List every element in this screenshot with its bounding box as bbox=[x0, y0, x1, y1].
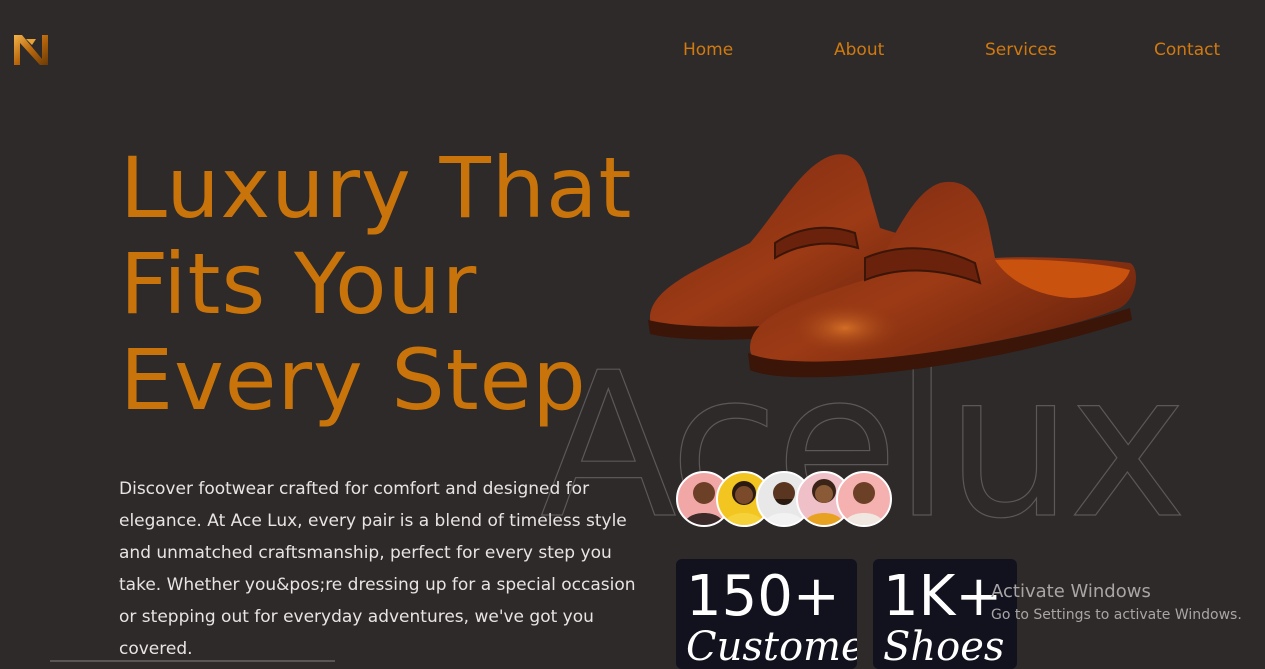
customer-avatar-group bbox=[676, 471, 896, 527]
avatar bbox=[836, 471, 892, 527]
hero-title-line-2: Fits Your bbox=[120, 235, 478, 333]
stat-number: 1K+ bbox=[883, 564, 1003, 629]
shoe-product-image bbox=[648, 154, 1136, 378]
hero-title: Luxury That Fits Your Every Step bbox=[120, 140, 640, 428]
stat-label: Shoes bbox=[883, 624, 1005, 669]
nav-services[interactable]: Services bbox=[985, 40, 1057, 60]
hero-title-line-1: Luxury That bbox=[120, 139, 633, 237]
hero-title-line-3: Every Step bbox=[120, 331, 587, 429]
hero-description: Discover footwear crafted for comfort an… bbox=[119, 479, 636, 659]
stat-number: 150+ bbox=[686, 564, 840, 629]
nav-contact[interactable]: Contact bbox=[1154, 40, 1220, 60]
activate-windows-watermark: Activate Windows Go to Settings to activ… bbox=[991, 580, 1242, 626]
watermark-subtitle: Go to Settings to activate Windows. bbox=[991, 607, 1242, 623]
stat-label: Customers bbox=[686, 624, 857, 669]
nav-home[interactable]: Home bbox=[683, 40, 733, 60]
watermark-title: Activate Windows bbox=[991, 581, 1151, 602]
stat-card-customers: 150+ Customers bbox=[676, 559, 857, 669]
main-nav: Home About Services Contact bbox=[0, 40, 1265, 62]
nav-about[interactable]: About bbox=[834, 40, 884, 60]
